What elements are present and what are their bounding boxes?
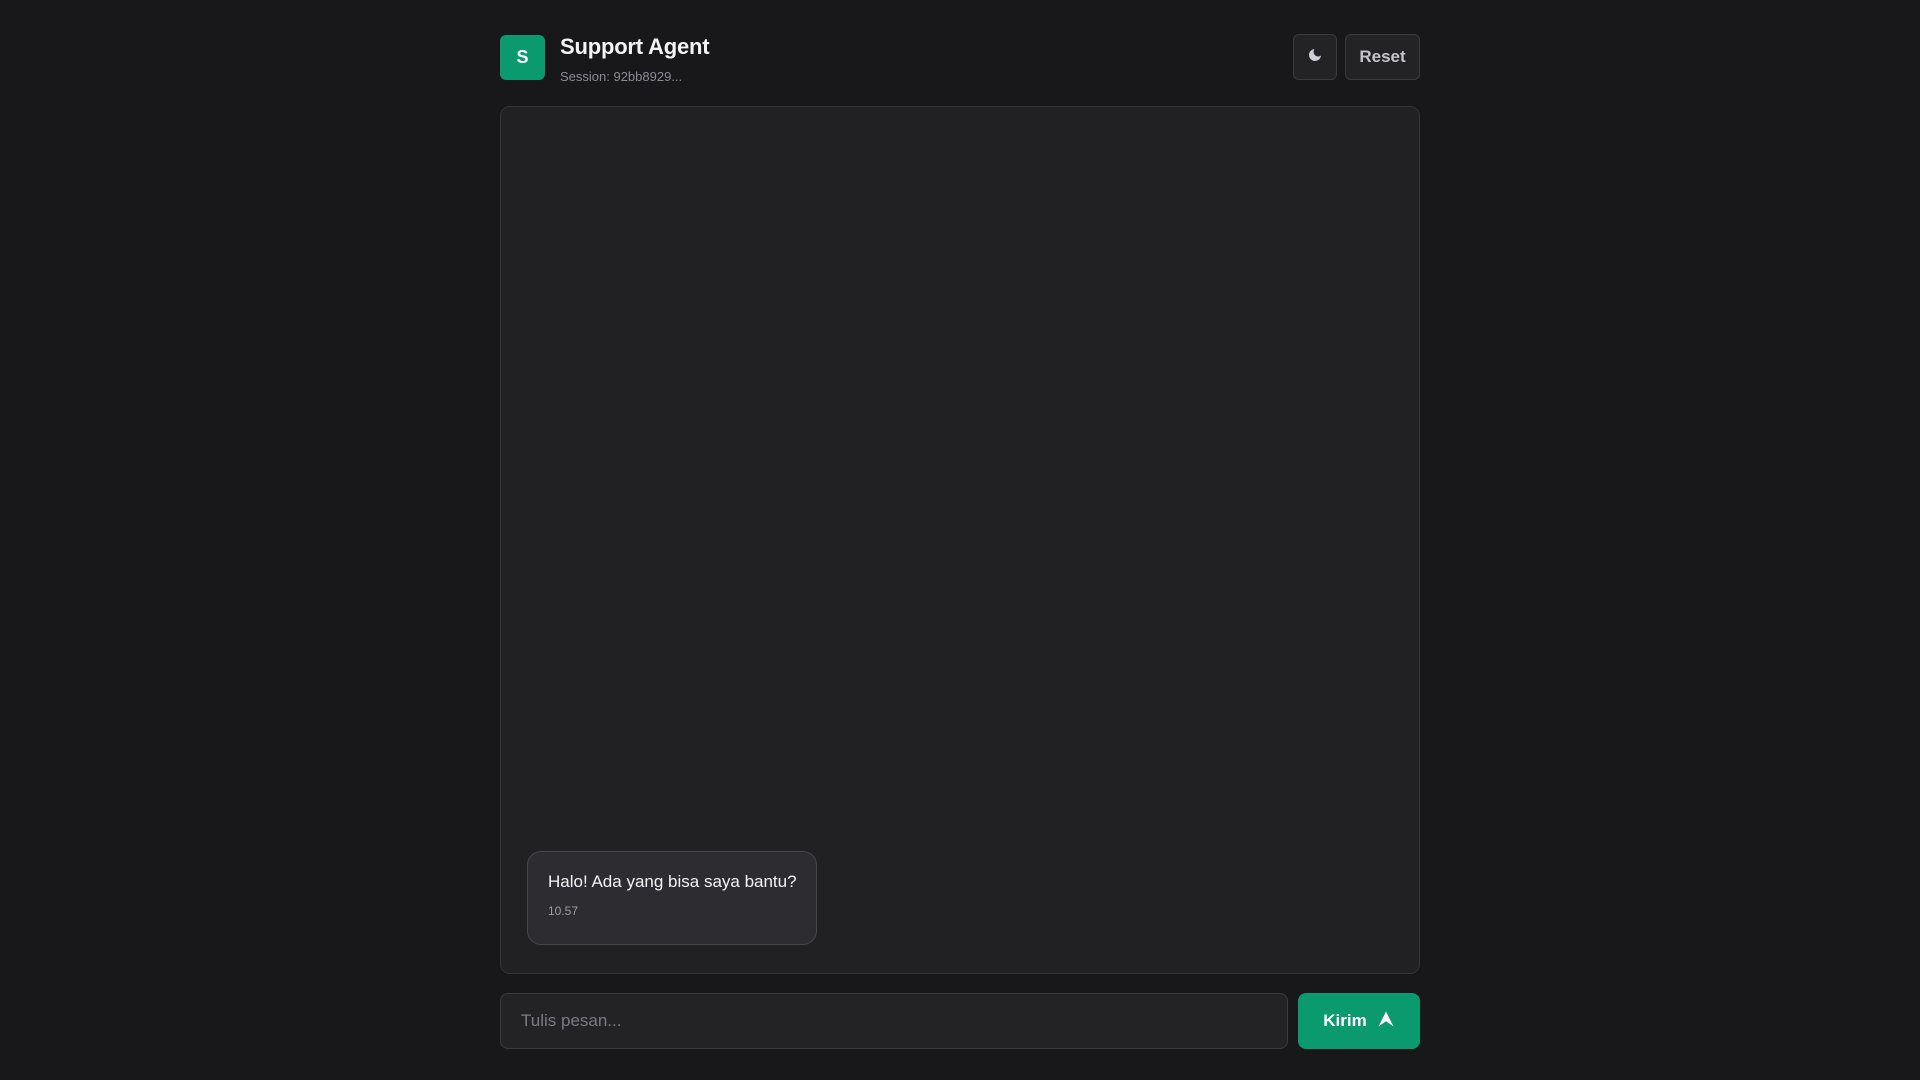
message-input[interactable] bbox=[500, 993, 1288, 1049]
theme-toggle-button[interactable] bbox=[1293, 34, 1337, 80]
session-id: Session: 92bb8929... bbox=[560, 69, 683, 84]
message-list[interactable]: Halo! Ada yang bisa saya bantu? 10.57 bbox=[500, 106, 1420, 974]
page-title: Support Agent bbox=[560, 34, 710, 59]
reset-button[interactable]: Reset bbox=[1345, 34, 1420, 80]
avatar: S bbox=[500, 35, 545, 80]
send-button-label: Kirim bbox=[1323, 1011, 1367, 1030]
message-timestamp: 10.57 bbox=[548, 904, 579, 918]
send-icon bbox=[1377, 1010, 1395, 1033]
moon-icon bbox=[1307, 47, 1323, 68]
chat-app: S Support Agent Session: 92bb8929... Res… bbox=[500, 0, 1420, 1080]
send-button[interactable]: Kirim bbox=[1298, 993, 1420, 1049]
message-text: Halo! Ada yang bisa saya bantu? bbox=[548, 872, 797, 891]
message-bubble: Halo! Ada yang bisa saya bantu? 10.57 bbox=[527, 851, 817, 945]
chat-header: S Support Agent Session: 92bb8929... Res… bbox=[500, 34, 1420, 84]
